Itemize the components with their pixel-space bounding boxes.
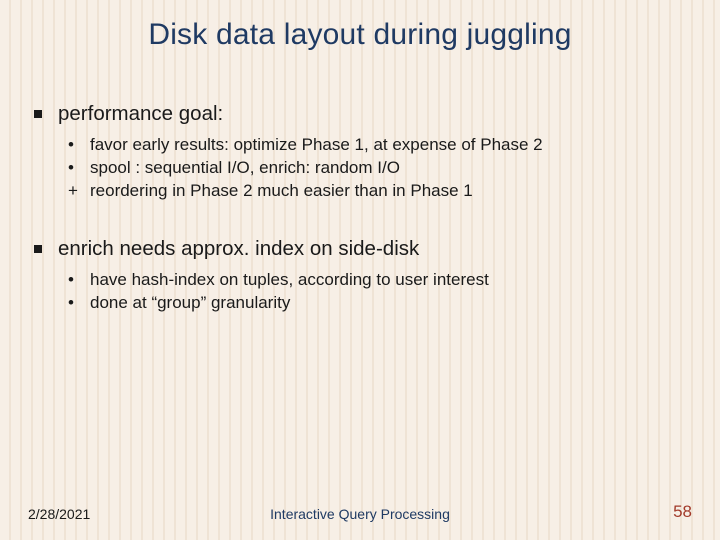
list-item-text: reordering in Phase 2 much easier than i… [90,180,473,203]
section-heading-text: performance goal: [58,102,223,126]
section-heading-text: enrich needs approx. index on side-disk [58,237,419,261]
dot-bullet-icon: • [68,157,82,180]
square-bullet-icon [34,245,44,253]
slide-title: Disk data layout during juggling [28,18,692,52]
list-item-text: favor early results: optimize Phase 1, a… [90,134,543,157]
dot-bullet-icon: • [68,134,82,157]
footer-title: Interactive Query Processing [28,506,692,522]
section-heading: performance goal: [28,102,692,126]
list-item-text: spool : sequential I/O, enrich: random I… [90,157,400,180]
list-item: • done at “group” granularity [28,292,692,315]
dot-bullet-icon: • [68,269,82,292]
list-item: • have hash-index on tuples, according t… [28,269,692,292]
list-item: • favor early results: optimize Phase 1,… [28,134,692,157]
section-1: performance goal: • favor early results:… [28,102,692,203]
section-heading: enrich needs approx. index on side-disk [28,237,692,261]
list-item-text: have hash-index on tuples, according to … [90,269,489,292]
square-bullet-icon [34,110,44,118]
list-item-text: done at “group” granularity [90,292,290,315]
plus-bullet-icon: + [68,180,82,203]
list-item: • spool : sequential I/O, enrich: random… [28,157,692,180]
slide-footer: 2/28/2021 Interactive Query Processing 5… [28,502,692,522]
list-item: + reordering in Phase 2 much easier than… [28,180,692,203]
dot-bullet-icon: • [68,292,82,315]
slide: Disk data layout during juggling perform… [0,0,720,540]
section-2: enrich needs approx. index on side-disk … [28,237,692,315]
